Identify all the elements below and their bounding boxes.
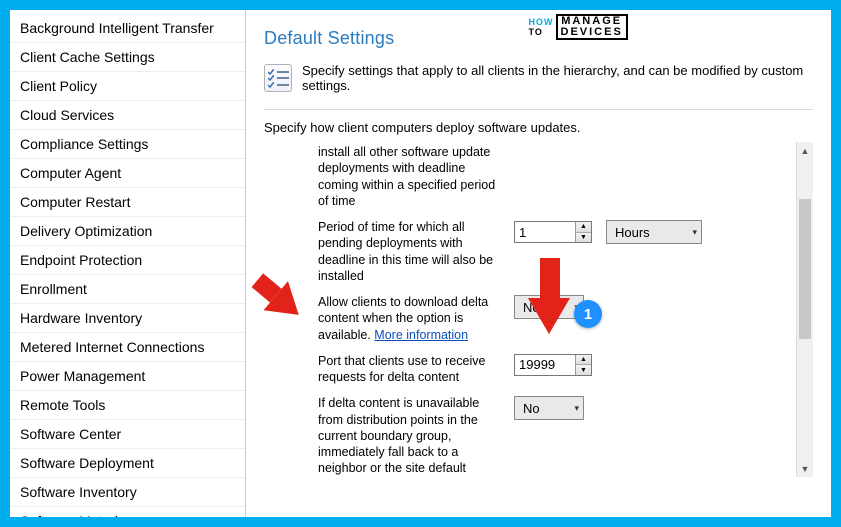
- period-unit-select[interactable]: Hours ▾: [606, 220, 702, 244]
- sidebar-item-label: Power Management: [20, 368, 145, 384]
- sidebar-item-label: Software Center: [20, 426, 121, 442]
- setting-label: If delta content is unavailable from dis…: [318, 395, 504, 476]
- page-title: Default Settings: [264, 28, 813, 49]
- spinner-up[interactable]: ▲: [576, 355, 591, 366]
- period-spinner[interactable]: ▲▼: [514, 221, 592, 243]
- sidebar-item-metered-internet[interactable]: Metered Internet Connections: [10, 333, 245, 362]
- sidebar-item-label: Metered Internet Connections: [20, 339, 204, 355]
- spinner-down[interactable]: ▼: [576, 365, 591, 375]
- chevron-down-icon: ▾: [692, 227, 697, 238]
- main-panel: Default Settings Specify settings that a…: [246, 10, 831, 517]
- sidebar-item-software-metering[interactable]: Software Metering: [10, 507, 245, 517]
- sidebar-item-label: Computer Restart: [20, 194, 130, 210]
- sidebar-item-label: Enrollment: [20, 281, 87, 297]
- sidebar-item-label: Cloud Services: [20, 107, 114, 123]
- select-value: Hours: [615, 225, 650, 240]
- sidebar-item-label: Software Inventory: [20, 484, 137, 500]
- watermark-line1: MANAGE: [561, 16, 622, 27]
- setting-label: Allow clients to download delta content …: [318, 294, 504, 343]
- setting-delta-unavailable: If delta content is unavailable from dis…: [318, 395, 788, 476]
- watermark-how: HOW: [529, 17, 554, 27]
- sidebar-item-client-cache[interactable]: Client Cache Settings: [10, 43, 245, 72]
- section-intro: Specify how client computers deploy soft…: [264, 120, 813, 135]
- sidebar: Background Intelligent Transfer Client C…: [10, 10, 246, 517]
- sidebar-item-label: Background Intelligent Transfer: [20, 20, 214, 36]
- sidebar-item-label: Remote Tools: [20, 397, 105, 413]
- spinner-down[interactable]: ▼: [576, 233, 591, 243]
- sidebar-item-software-center[interactable]: Software Center: [10, 420, 245, 449]
- sidebar-item-label: Computer Agent: [20, 165, 121, 181]
- sidebar-item-endpoint-protection[interactable]: Endpoint Protection: [10, 246, 245, 275]
- delta-download-select[interactable]: No ▾: [514, 295, 584, 319]
- sidebar-item-enrollment[interactable]: Enrollment: [10, 275, 245, 304]
- sidebar-item-label: Endpoint Protection: [20, 252, 142, 268]
- sidebar-item-compliance[interactable]: Compliance Settings: [10, 130, 245, 159]
- setting-delta-download: Allow clients to download delta content …: [318, 294, 788, 343]
- vertical-scrollbar[interactable]: ▲ ▼: [796, 142, 813, 477]
- divider: [264, 109, 813, 110]
- sidebar-item-label: Client Policy: [20, 78, 97, 94]
- scrollbar-track[interactable]: [797, 159, 813, 460]
- delta-unavailable-select[interactable]: No ▾: [514, 396, 584, 420]
- setting-period: Period of time for which all pending dep…: [318, 219, 788, 284]
- setting-label: Period of time for which all pending dep…: [318, 219, 504, 284]
- sidebar-item-power-management[interactable]: Power Management: [10, 362, 245, 391]
- setting-delta-port: Port that clients use to receive request…: [318, 353, 788, 386]
- delta-port-spinner[interactable]: ▲▼: [514, 354, 592, 376]
- scrollbar-thumb[interactable]: [799, 199, 811, 339]
- sidebar-item-computer-restart[interactable]: Computer Restart: [10, 188, 245, 217]
- sidebar-item-bits[interactable]: Background Intelligent Transfer: [10, 14, 245, 43]
- sidebar-item-software-deployment[interactable]: Software Deployment: [10, 449, 245, 478]
- sidebar-item-label: Client Cache Settings: [20, 49, 155, 65]
- chevron-down-icon: ▾: [574, 302, 579, 313]
- period-value-input[interactable]: [515, 222, 575, 242]
- chevron-down-icon: ▾: [574, 403, 579, 414]
- scrollbar-up-icon[interactable]: ▲: [797, 142, 813, 159]
- setting-label: install all other software update deploy…: [318, 144, 504, 209]
- sidebar-item-delivery-optimization[interactable]: Delivery Optimization: [10, 217, 245, 246]
- setting-label: Port that clients use to receive request…: [318, 353, 504, 386]
- settings-scroll-area: install all other software update deploy…: [264, 141, 813, 477]
- setting-install-all-note: install all other software update deploy…: [318, 144, 788, 209]
- spinner-up[interactable]: ▲: [576, 222, 591, 233]
- more-information-link[interactable]: More information: [374, 328, 468, 342]
- delta-port-input[interactable]: [515, 355, 575, 375]
- sidebar-item-client-policy[interactable]: Client Policy: [10, 72, 245, 101]
- page-description: Specify settings that apply to all clien…: [302, 63, 813, 93]
- sidebar-item-label: Delivery Optimization: [20, 223, 152, 239]
- window-frame: Background Intelligent Transfer Client C…: [0, 0, 841, 527]
- sidebar-item-cloud-services[interactable]: Cloud Services: [10, 101, 245, 130]
- select-value: No: [523, 401, 540, 416]
- select-value: No: [523, 300, 540, 315]
- sidebar-item-software-inventory[interactable]: Software Inventory: [10, 478, 245, 507]
- sidebar-item-label: Software Deployment: [20, 455, 154, 471]
- settings-list: install all other software update deploy…: [264, 142, 796, 477]
- sidebar-item-label: Hardware Inventory: [20, 310, 142, 326]
- sidebar-item-hardware-inventory[interactable]: Hardware Inventory: [10, 304, 245, 333]
- sidebar-item-label: Compliance Settings: [20, 136, 148, 152]
- sidebar-item-remote-tools[interactable]: Remote Tools: [10, 391, 245, 420]
- sidebar-item-label: Software Metering: [20, 513, 134, 517]
- checklist-icon: [264, 64, 292, 92]
- scrollbar-down-icon[interactable]: ▼: [797, 460, 813, 477]
- sidebar-item-computer-agent[interactable]: Computer Agent: [10, 159, 245, 188]
- description-row: Specify settings that apply to all clien…: [264, 63, 813, 93]
